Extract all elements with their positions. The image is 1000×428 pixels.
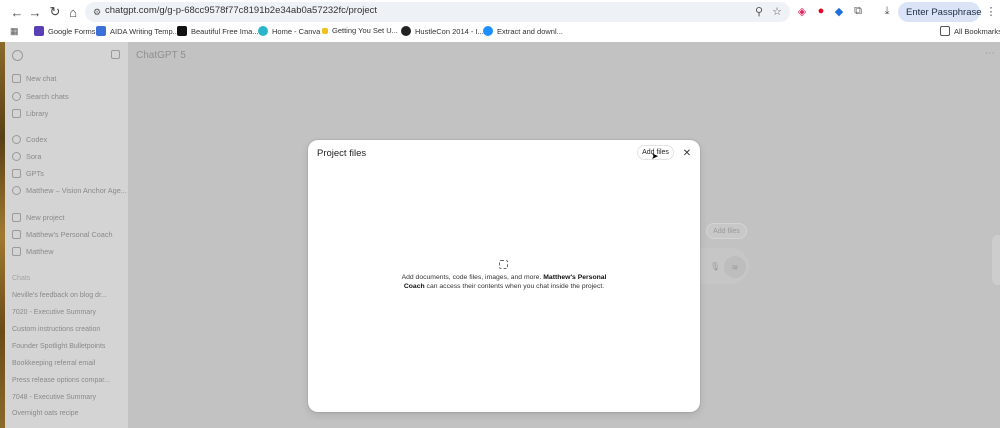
chat-item[interactable]: 7048 - Executive Summary [12, 394, 96, 401]
home-icon[interactable]: ⌂ [64, 3, 82, 21]
sidebar-item-label: Matthew [26, 247, 54, 256]
bolt-icon [322, 27, 328, 34]
empty-text-pre: Add documents, code files, images, and m… [401, 274, 542, 281]
chat-item[interactable]: Bookkeeping referral email [12, 360, 95, 367]
bookmark-canva[interactable]: Home - Canva [258, 26, 320, 36]
sora-icon [12, 152, 21, 161]
profile-button[interactable]: Enter Passphrase [898, 2, 982, 22]
apps-icon[interactable]: ▦ [10, 26, 19, 37]
url-text[interactable]: chatgpt.com/g/g-p-68cc9578f77c8191b2e34a… [105, 5, 377, 16]
sidebar-item-matthew[interactable]: Matthew [12, 247, 54, 256]
sidebar-item-label: Search chats [26, 92, 69, 101]
pocket-icon[interactable]: ◈ [795, 4, 809, 18]
mic-icon[interactable]: 🎙︎ [710, 262, 720, 271]
profile-label: Enter Passphrase [906, 6, 982, 18]
chat-item[interactable]: Neville's feedback on blog dr... [12, 292, 107, 299]
all-bookmarks[interactable]: All Bookmarks [940, 26, 1000, 36]
grid-icon [12, 169, 21, 178]
bookmark-getting-set-up[interactable]: Getting You Set U... [322, 26, 398, 35]
sidebar: New chat Search chats Library Codex Sora… [5, 42, 128, 428]
all-bookmarks-label: All Bookmarks [954, 26, 1000, 36]
canva-icon [258, 26, 268, 36]
site-info-icon[interactable]: ⚙ [90, 5, 104, 19]
chat-item[interactable]: 7020 - Executive Summary [12, 309, 96, 316]
project-files-modal: Project files Add files ➤ ✕ Add document… [308, 140, 700, 412]
zoom-icon[interactable]: ⚲ [752, 4, 766, 18]
sidebar-item-new-project[interactable]: New project [12, 213, 65, 222]
bookmark-label: AIDA Writing Temp... [110, 26, 179, 36]
chat-item[interactable]: Press release options compar... [12, 377, 110, 384]
star-icon[interactable]: ☆ [770, 4, 784, 18]
play-icon [483, 26, 493, 36]
forward-icon[interactable]: → [26, 3, 44, 21]
sidebar-item-matthew-vision[interactable]: Matthew – Vision Anchor Age... [12, 186, 127, 195]
bookmark-extract[interactable]: Extract and downl... [483, 26, 563, 36]
voice-mode-icon[interactable]: ≋ [724, 256, 746, 278]
codex-icon [12, 135, 21, 144]
bookmark-label: Beautiful Free Ima... [191, 26, 259, 36]
sidebar-item-label: Matthew's Personal Coach [26, 230, 113, 239]
edit-icon [12, 74, 21, 83]
google-forms-icon [34, 26, 44, 36]
search-icon [12, 92, 21, 101]
menu-icon[interactable]: ⋮ [984, 4, 998, 18]
hustlecon-icon [401, 26, 411, 36]
sidebar-item-gpts[interactable]: GPTs [12, 169, 44, 178]
sidebar-item-label: New project [26, 213, 65, 222]
unsplash-icon [177, 26, 187, 36]
sidebar-item-new-chat[interactable]: New chat [12, 74, 56, 83]
bookmark-label: Google Forms [48, 26, 96, 36]
sidebar-item-label: Sora [26, 152, 42, 161]
chat-item[interactable]: Founder Spotlight Bulletpoints [12, 343, 105, 350]
folder-icon [12, 230, 21, 239]
sidebar-item-label: Matthew – Vision Anchor Age... [26, 186, 127, 195]
doc-icon [96, 26, 106, 36]
folder-icon [12, 247, 21, 256]
sidebar-item-personal-coach[interactable]: Matthew's Personal Coach [12, 230, 113, 239]
empty-text-post: can access their contents when you chat … [426, 283, 605, 291]
sidebar-item-codex[interactable]: Codex [12, 135, 47, 144]
sidebar-toggle-icon[interactable] [111, 50, 120, 59]
more-options-icon[interactable]: ⋯ [985, 48, 995, 59]
sidebar-item-label: New chat [26, 74, 57, 83]
browser-toolbar: ← → ↻ ⌂ ⚙ chatgpt.com/g/g-p-68cc9578f77c… [0, 0, 1000, 42]
file-drop-icon [499, 260, 508, 269]
reload-icon[interactable]: ↻ [46, 3, 64, 21]
sidebar-item-search-chats[interactable]: Search chats [12, 92, 69, 101]
chats-heading: Chats [12, 275, 31, 282]
bookmark-hustlecon[interactable]: HustleCon 2014 - I... [401, 26, 484, 36]
bookmark-label: Extract and downl... [497, 26, 563, 36]
bookmark-label: Home - Canva [272, 26, 321, 36]
modal-title: Project files [317, 148, 367, 159]
bookmark-label: HustleCon 2014 - I... [415, 26, 484, 36]
extension-icon[interactable]: ◆ [832, 4, 846, 18]
puzzle-icon[interactable]: ⧉ [851, 4, 865, 18]
library-icon [12, 109, 21, 118]
bookmark-aida[interactable]: AIDA Writing Temp... [96, 26, 179, 36]
folder-plus-icon [12, 213, 21, 222]
bookmark-label: Getting You Set U... [332, 26, 398, 35]
close-icon[interactable]: ✕ [680, 146, 694, 160]
sidebar-item-label: Library [26, 109, 49, 118]
gpt-icon [12, 186, 21, 195]
chat-item[interactable]: Overnight oats recipe [12, 410, 79, 417]
sidebar-item-library[interactable]: Library [12, 109, 48, 118]
mouse-cursor-icon: ➤ [651, 151, 659, 161]
openai-logo-icon[interactable] [12, 50, 23, 61]
background-add-files-button[interactable]: Add files [706, 223, 747, 239]
bookmarks-bar: ▦ Google Forms AIDA Writing Temp... Beau… [0, 24, 1000, 40]
empty-state-text: Add documents, code files, images, and m… [398, 273, 610, 291]
download-icon[interactable]: ⤓ [880, 4, 894, 18]
sidebar-item-sora[interactable]: Sora [12, 152, 41, 161]
pinterest-icon[interactable]: ● [814, 4, 828, 18]
chat-item[interactable]: Custom instructions creation [12, 326, 100, 333]
sidebar-item-label: Codex [26, 135, 48, 144]
model-selector[interactable]: ChatGPT 5 [136, 50, 186, 61]
bookmark-google-forms[interactable]: Google Forms [34, 26, 96, 36]
sidebar-item-label: GPTs [26, 169, 44, 178]
scroll-handle[interactable] [992, 235, 1000, 285]
back-icon[interactable]: ← [8, 3, 26, 21]
bookmark-beautiful-free-images[interactable]: Beautiful Free Ima... [177, 26, 259, 36]
folder-icon [940, 26, 950, 36]
